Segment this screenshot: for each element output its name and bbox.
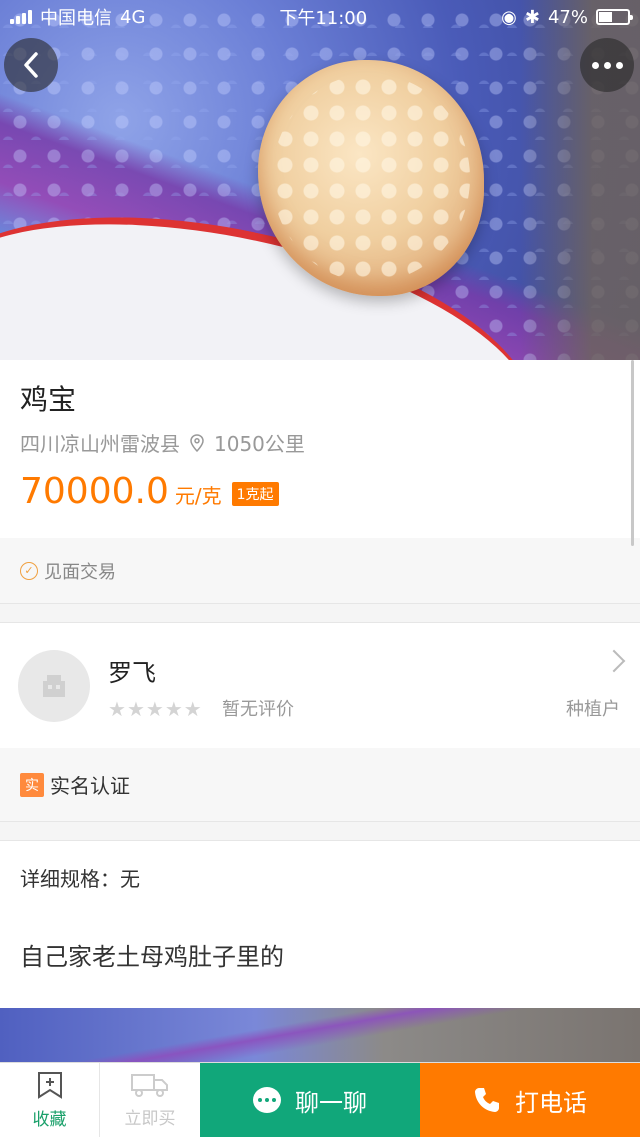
favorite-button[interactable]: 收藏	[0, 1063, 100, 1137]
seller-role: 种植户	[566, 699, 620, 720]
product-info: 鸡宝 四川凉山州雷波县 1050公里 70000.0 元/克 1克起	[0, 360, 640, 538]
product-title: 鸡宝	[20, 383, 77, 416]
star-icon: ★	[164, 697, 183, 721]
call-label: 打电话	[515, 1088, 587, 1117]
battery-icon	[595, 9, 633, 25]
rating-text: 暂无评价	[222, 699, 294, 720]
verification-label: 实名认证	[50, 774, 130, 798]
more-button[interactable]	[580, 38, 634, 92]
signal-icon	[10, 10, 32, 24]
trade-method-label: 见面交易	[44, 561, 116, 583]
price-row: 70000.0 元/克 1克起	[20, 471, 620, 512]
more-icon	[591, 61, 623, 69]
network-label: 4G	[120, 6, 146, 28]
detail-image[interactable]	[0, 1008, 640, 1062]
rotation-lock-icon: ◉	[501, 6, 517, 28]
back-button[interactable]	[4, 38, 58, 92]
price-unit: 元/克	[174, 484, 222, 508]
location-text: 四川凉山州雷波县	[20, 432, 180, 456]
phone-icon	[475, 1088, 499, 1112]
product-image[interactable]	[0, 0, 640, 360]
buy-now-button[interactable]: 立即买	[100, 1063, 200, 1137]
chevron-left-icon	[24, 52, 38, 78]
status-bar: 中国电信 4G 下午11:00 ◉ ✱ 47%	[0, 0, 640, 34]
star-icon: ★	[183, 697, 202, 721]
product-details: 详细规格：无 自己家老土母鸡肚子里的	[0, 840, 640, 1008]
star-icon: ★	[108, 697, 126, 721]
star-icon: ★	[145, 697, 164, 721]
min-order-badge: 1克起	[231, 482, 279, 506]
chat-label: 聊一聊	[295, 1088, 367, 1117]
trade-method: ✓ 见面交易	[0, 538, 640, 604]
seller-card[interactable]: 罗飞 ★ ★ ★ ★ ★ 暂无评价 种植户	[0, 622, 640, 748]
truck-icon	[131, 1073, 168, 1097]
bluetooth-icon: ✱	[524, 6, 540, 28]
rating-stars: ★ ★ ★ ★ ★	[108, 697, 202, 721]
battery-percent: 47%	[547, 6, 588, 28]
distance-text: 1050公里	[214, 432, 305, 456]
buy-now-label: 立即买	[124, 1108, 176, 1129]
check-circle-icon: ✓	[20, 561, 38, 580]
favorite-label: 收藏	[32, 1109, 67, 1130]
bookmark-add-icon	[37, 1071, 62, 1099]
scrollbar[interactable]	[631, 360, 634, 546]
carrier-label: 中国电信	[40, 8, 112, 29]
chat-bubble-icon	[253, 1087, 281, 1113]
description-text: 自己家老土母鸡肚子里的	[20, 943, 284, 971]
seller-name: 罗飞	[108, 659, 156, 687]
location-pin-icon	[190, 433, 204, 452]
call-button[interactable]: 打电话	[420, 1063, 640, 1137]
bottom-action-bar: 收藏 立即买 聊一聊 打电话	[0, 1062, 640, 1137]
verified-badge-icon: 实	[20, 772, 44, 797]
spec-text: 详细规格：无	[20, 867, 140, 891]
chevron-right-icon	[602, 649, 626, 673]
avatar	[18, 650, 90, 722]
verification-row: 实 实名认证	[0, 748, 640, 822]
price-value: 70000.0	[20, 471, 169, 512]
location-row: 四川凉山州雷波县 1050公里	[20, 428, 620, 457]
clock: 下午11:00	[279, 8, 368, 29]
shop-icon	[43, 675, 65, 697]
chat-button[interactable]: 聊一聊	[200, 1063, 420, 1137]
star-icon: ★	[126, 697, 145, 721]
